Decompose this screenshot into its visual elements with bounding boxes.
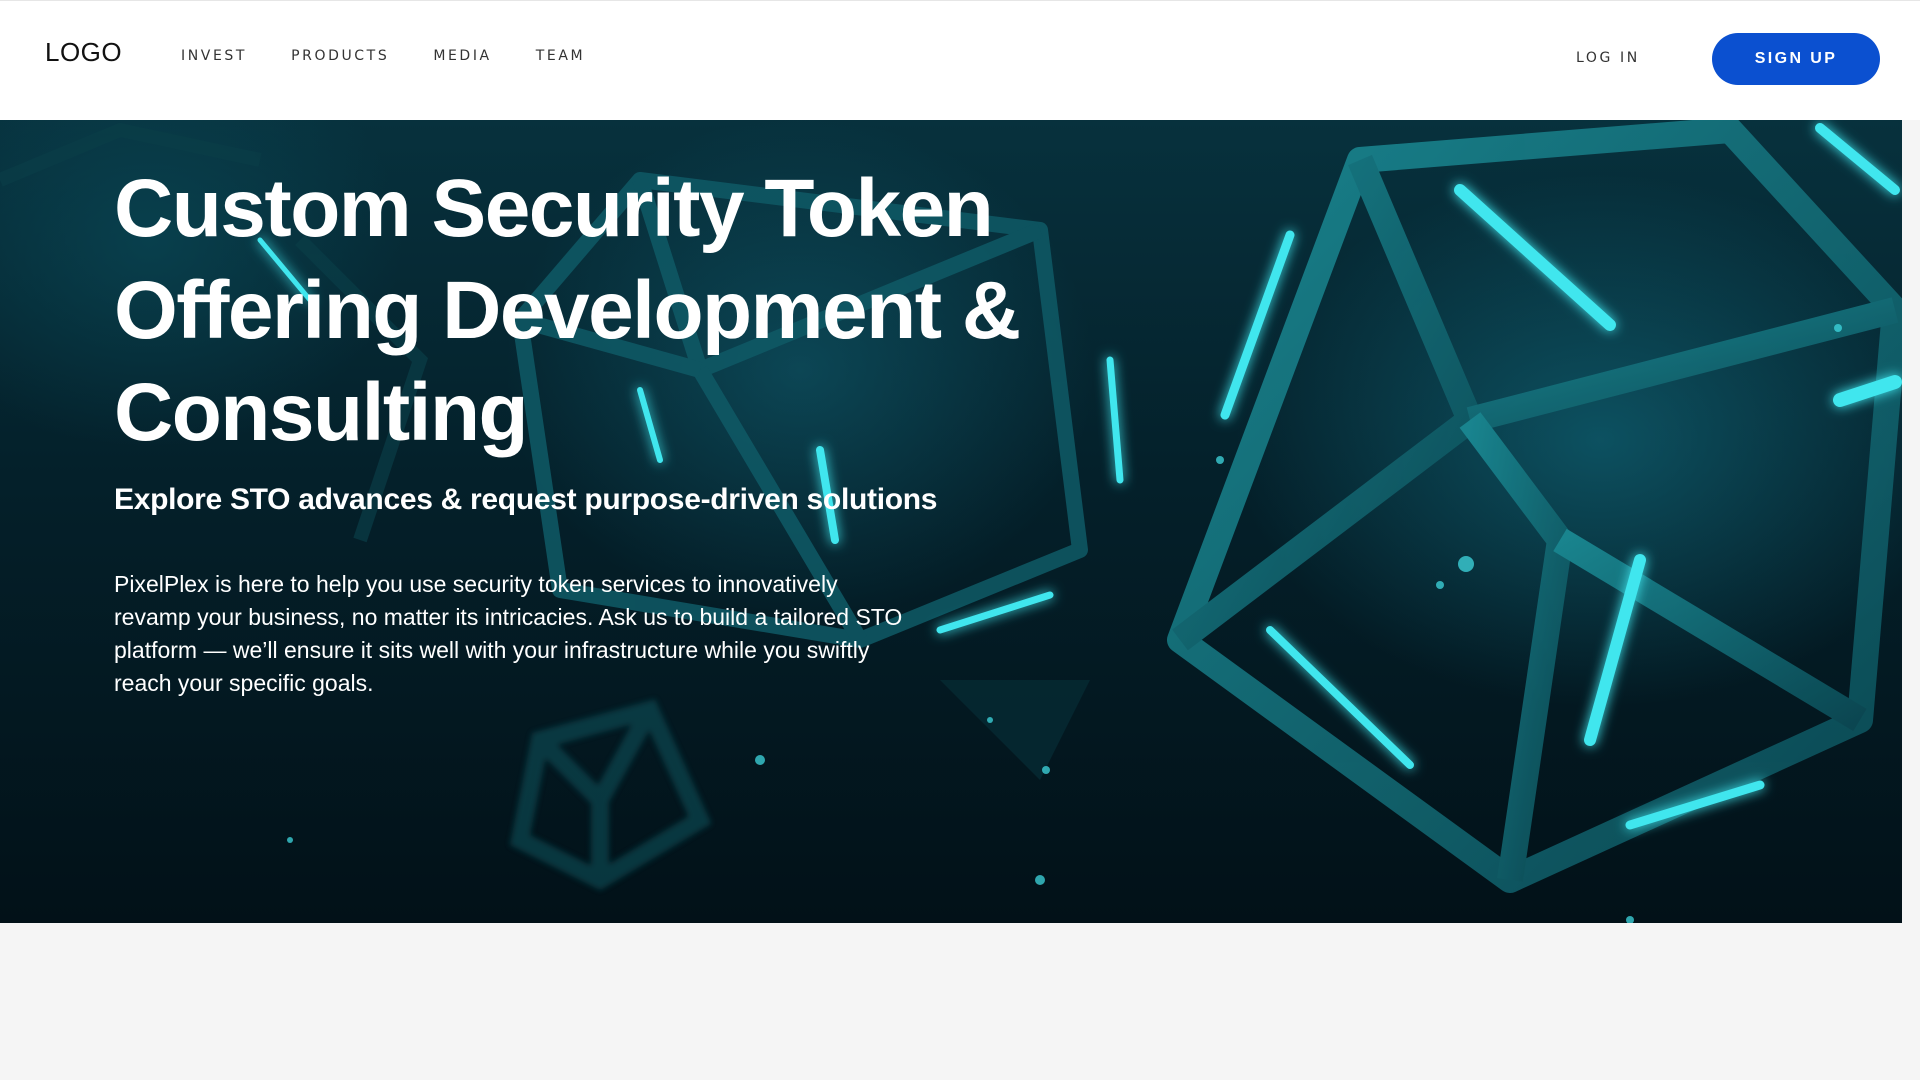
hero-title-line: Custom Security Token <box>114 163 994 254</box>
hero-title-line: Consulting <box>114 367 529 458</box>
hero-description-line: PixelPlex is here to help you use securi… <box>114 571 838 597</box>
page: LOGO INVEST PRODUCTS MEDIA TEAM LOG IN S… <box>0 0 1920 1080</box>
main-nav: INVEST PRODUCTS MEDIA TEAM <box>181 48 629 64</box>
hero-description: PixelPlex is here to help you use securi… <box>114 568 934 700</box>
nav-invest[interactable]: INVEST <box>181 48 247 64</box>
hero-description-line: platform — we’ll ensure it sits well wit… <box>114 637 870 663</box>
hero-subtitle: Explore STO advances & request purpose-d… <box>114 483 938 516</box>
hero-description-line: revamp your business, no matter its intr… <box>114 604 903 630</box>
hero-title: Custom Security Token Offering Developme… <box>114 158 1114 464</box>
logo[interactable]: LOGO <box>45 37 122 68</box>
nav-media[interactable]: MEDIA <box>433 48 491 64</box>
nav-team[interactable]: TEAM <box>536 48 585 64</box>
signup-button[interactable]: SIGN UP <box>1712 33 1880 85</box>
hero-title-line: Offering Development & <box>114 265 1021 356</box>
hero-description-line: reach your specific goals. <box>114 670 374 696</box>
hero-section: Custom Security Token Offering Developme… <box>0 120 1902 923</box>
login-link[interactable]: LOG IN <box>1576 50 1640 66</box>
site-header: LOGO INVEST PRODUCTS MEDIA TEAM LOG IN S… <box>0 0 1920 120</box>
nav-products[interactable]: PRODUCTS <box>291 48 389 64</box>
